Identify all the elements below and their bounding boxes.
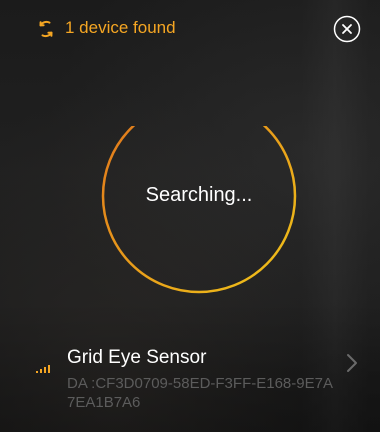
chevron-right-icon <box>346 353 358 373</box>
header: 1 device found <box>0 0 380 56</box>
device-name: Grid Eye Sensor <box>67 347 207 368</box>
search-ring: Searching... <box>98 126 298 294</box>
signal-strength-icon <box>36 360 52 373</box>
device-search-screen: 1 device found Searching... Grid Eye Sen… <box>0 0 380 432</box>
device-address: DA :CF3D0709-58ED-F3FF-E168-9E7A7EA1B7A6 <box>67 375 333 411</box>
close-icon <box>333 15 361 47</box>
search-progress-ring-graphic <box>101 126 297 294</box>
searching-label: Searching... <box>145 184 253 206</box>
device-list-item[interactable]: Grid Eye Sensor DA :CF3D0709-58ED-F3FF-E… <box>0 340 380 420</box>
refresh-icon <box>36 19 56 39</box>
close-button[interactable] <box>333 15 361 43</box>
device-count-status: 1 device found <box>65 18 176 37</box>
